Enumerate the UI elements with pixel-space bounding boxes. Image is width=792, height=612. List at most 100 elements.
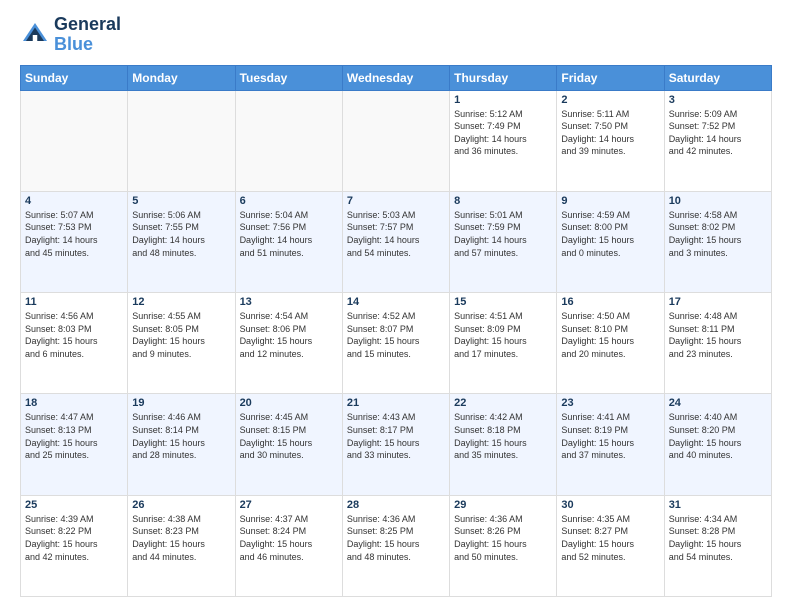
- calendar-cell: 24Sunrise: 4:40 AM Sunset: 8:20 PM Dayli…: [664, 394, 771, 495]
- calendar-cell: 1Sunrise: 5:12 AM Sunset: 7:49 PM Daylig…: [450, 90, 557, 191]
- day-info: Sunrise: 4:41 AM Sunset: 8:19 PM Dayligh…: [561, 411, 659, 461]
- day-number: 23: [561, 397, 659, 409]
- day-info: Sunrise: 4:58 AM Sunset: 8:02 PM Dayligh…: [669, 209, 767, 259]
- day-info: Sunrise: 4:39 AM Sunset: 8:22 PM Dayligh…: [25, 513, 123, 563]
- day-number: 11: [25, 296, 123, 308]
- day-number: 19: [132, 397, 230, 409]
- day-info: Sunrise: 5:01 AM Sunset: 7:59 PM Dayligh…: [454, 209, 552, 259]
- calendar-cell: 10 Sunrise: 4:58 AM Sunset: 8:02 PM Dayli…: [664, 191, 771, 292]
- calendar-cell: 8 Sunrise: 5:01 AM Sunset: 7:59 PM Daylig…: [450, 191, 557, 292]
- day-info: Sunrise: 4:59 AM Sunset: 8:00 PM Dayligh…: [561, 209, 659, 259]
- day-info: Sunrise: 4:52 AM Sunset: 8:07 PM Dayligh…: [347, 310, 445, 360]
- calendar-cell: 4Sunrise: 5:07 AM Sunset: 7:53 PM Daylig…: [21, 191, 128, 292]
- day-info: Sunrise: 4:56 AM Sunset: 8:03 PM Dayligh…: [25, 310, 123, 360]
- calendar-cell: 16 Sunrise: 4:50 AM Sunset: 8:10 PM Dayli…: [557, 293, 664, 394]
- logo-text: General Blue: [54, 15, 121, 55]
- day-number: 22: [454, 397, 552, 409]
- day-info: Sunrise: 4:45 AM Sunset: 8:15 PM Dayligh…: [240, 411, 338, 461]
- day-info: Sunrise: 4:36 AM Sunset: 8:26 PM Dayligh…: [454, 513, 552, 563]
- day-number: 6: [240, 195, 338, 207]
- calendar-cell: [128, 90, 235, 191]
- day-info: Sunrise: 4:50 AM Sunset: 8:10 PM Dayligh…: [561, 310, 659, 360]
- day-number: 29: [454, 499, 552, 511]
- calendar-cell: 15Sunrise: 4:51 AM Sunset: 8:09 PM Dayli…: [450, 293, 557, 394]
- day-number: 20: [240, 397, 338, 409]
- day-info: Sunrise: 5:09 AM Sunset: 7:52 PM Dayligh…: [669, 108, 767, 158]
- day-number: 28: [347, 499, 445, 511]
- weekday-header-saturday: Saturday: [664, 65, 771, 90]
- day-number: 27: [240, 499, 338, 511]
- day-info: Sunrise: 4:38 AM Sunset: 8:23 PM Dayligh…: [132, 513, 230, 563]
- calendar-cell: 21 Sunrise: 4:43 AM Sunset: 8:17 PM Dayli…: [342, 394, 449, 495]
- calendar-cell: 17Sunrise: 4:48 AM Sunset: 8:11 PM Dayli…: [664, 293, 771, 394]
- calendar-cell: 9 Sunrise: 4:59 AM Sunset: 8:00 PM Daylig…: [557, 191, 664, 292]
- day-info: Sunrise: 4:46 AM Sunset: 8:14 PM Dayligh…: [132, 411, 230, 461]
- day-info: Sunrise: 5:04 AM Sunset: 7:56 PM Dayligh…: [240, 209, 338, 259]
- day-number: 21: [347, 397, 445, 409]
- week-row-2: 4Sunrise: 5:07 AM Sunset: 7:53 PM Daylig…: [21, 191, 772, 292]
- calendar-cell: 12Sunrise: 4:55 AM Sunset: 8:05 PM Dayli…: [128, 293, 235, 394]
- day-info: Sunrise: 4:36 AM Sunset: 8:25 PM Dayligh…: [347, 513, 445, 563]
- calendar-cell: 23 Sunrise: 4:41 AM Sunset: 8:19 PM Dayli…: [557, 394, 664, 495]
- calendar-cell: 6 Sunrise: 5:04 AM Sunset: 7:56 PM Daylig…: [235, 191, 342, 292]
- calendar-cell: [342, 90, 449, 191]
- day-info: Sunrise: 4:35 AM Sunset: 8:27 PM Dayligh…: [561, 513, 659, 563]
- weekday-header-wednesday: Wednesday: [342, 65, 449, 90]
- calendar-cell: 19 Sunrise: 4:46 AM Sunset: 8:14 PM Dayli…: [128, 394, 235, 495]
- calendar-cell: 20 Sunrise: 4:45 AM Sunset: 8:15 PM Dayli…: [235, 394, 342, 495]
- calendar-cell: 18 Sunrise: 4:47 AM Sunset: 8:13 PM Dayli…: [21, 394, 128, 495]
- day-number: 8: [454, 195, 552, 207]
- day-number: 14: [347, 296, 445, 308]
- logo: General Blue: [20, 15, 121, 55]
- calendar-cell: 11 Sunrise: 4:56 AM Sunset: 8:03 PM Dayli…: [21, 293, 128, 394]
- weekday-header-friday: Friday: [557, 65, 664, 90]
- day-number: 2: [561, 94, 659, 106]
- weekday-header-tuesday: Tuesday: [235, 65, 342, 90]
- day-number: 9: [561, 195, 659, 207]
- day-info: Sunrise: 4:42 AM Sunset: 8:18 PM Dayligh…: [454, 411, 552, 461]
- day-number: 26: [132, 499, 230, 511]
- day-number: 7: [347, 195, 445, 207]
- day-info: Sunrise: 4:54 AM Sunset: 8:06 PM Dayligh…: [240, 310, 338, 360]
- day-info: Sunrise: 4:34 AM Sunset: 8:28 PM Dayligh…: [669, 513, 767, 563]
- day-number: 16: [561, 296, 659, 308]
- calendar-cell: 26 Sunrise: 4:38 AM Sunset: 8:23 PM Dayli…: [128, 495, 235, 596]
- day-info: Sunrise: 4:47 AM Sunset: 8:13 PM Dayligh…: [25, 411, 123, 461]
- weekday-header-thursday: Thursday: [450, 65, 557, 90]
- calendar-cell: 5Sunrise: 5:06 AM Sunset: 7:55 PM Daylig…: [128, 191, 235, 292]
- calendar-cell: 29 Sunrise: 4:36 AM Sunset: 8:26 PM Dayli…: [450, 495, 557, 596]
- calendar-cell: 31 Sunrise: 4:34 AM Sunset: 8:28 PM Dayli…: [664, 495, 771, 596]
- calendar-cell: 14 Sunrise: 4:52 AM Sunset: 8:07 PM Dayli…: [342, 293, 449, 394]
- calendar-cell: [235, 90, 342, 191]
- weekday-header-monday: Monday: [128, 65, 235, 90]
- calendar-table: SundayMondayTuesdayWednesdayThursdayFrid…: [20, 65, 772, 597]
- calendar-cell: 13Sunrise: 4:54 AM Sunset: 8:06 PM Dayli…: [235, 293, 342, 394]
- calendar-cell: 7 Sunrise: 5:03 AM Sunset: 7:57 PM Daylig…: [342, 191, 449, 292]
- day-info: Sunrise: 5:11 AM Sunset: 7:50 PM Dayligh…: [561, 108, 659, 158]
- day-info: Sunrise: 5:07 AM Sunset: 7:53 PM Dayligh…: [25, 209, 123, 259]
- day-number: 17: [669, 296, 767, 308]
- day-number: 12: [132, 296, 230, 308]
- week-row-1: 1Sunrise: 5:12 AM Sunset: 7:49 PM Daylig…: [21, 90, 772, 191]
- day-number: 18: [25, 397, 123, 409]
- day-info: Sunrise: 4:40 AM Sunset: 8:20 PM Dayligh…: [669, 411, 767, 461]
- day-info: Sunrise: 4:43 AM Sunset: 8:17 PM Dayligh…: [347, 411, 445, 461]
- day-info: Sunrise: 5:12 AM Sunset: 7:49 PM Dayligh…: [454, 108, 552, 158]
- calendar-cell: 27Sunrise: 4:37 AM Sunset: 8:24 PM Dayli…: [235, 495, 342, 596]
- calendar-cell: 30 Sunrise: 4:35 AM Sunset: 8:27 PM Dayli…: [557, 495, 664, 596]
- day-info: Sunrise: 5:06 AM Sunset: 7:55 PM Dayligh…: [132, 209, 230, 259]
- weekday-header-row: SundayMondayTuesdayWednesdayThursdayFrid…: [21, 65, 772, 90]
- calendar-page: General Blue SundayMondayTuesdayWednesda…: [0, 0, 792, 612]
- day-number: 10: [669, 195, 767, 207]
- day-info: Sunrise: 5:03 AM Sunset: 7:57 PM Dayligh…: [347, 209, 445, 259]
- day-number: 25: [25, 499, 123, 511]
- logo-icon: [20, 20, 50, 50]
- calendar-cell: [21, 90, 128, 191]
- calendar-cell: 2 Sunrise: 5:11 AM Sunset: 7:50 PM Daylig…: [557, 90, 664, 191]
- week-row-3: 11 Sunrise: 4:56 AM Sunset: 8:03 PM Dayli…: [21, 293, 772, 394]
- day-number: 31: [669, 499, 767, 511]
- calendar-cell: 22 Sunrise: 4:42 AM Sunset: 8:18 PM Dayli…: [450, 394, 557, 495]
- calendar-cell: 25 Sunrise: 4:39 AM Sunset: 8:22 PM Dayli…: [21, 495, 128, 596]
- day-number: 30: [561, 499, 659, 511]
- week-row-4: 18 Sunrise: 4:47 AM Sunset: 8:13 PM Dayli…: [21, 394, 772, 495]
